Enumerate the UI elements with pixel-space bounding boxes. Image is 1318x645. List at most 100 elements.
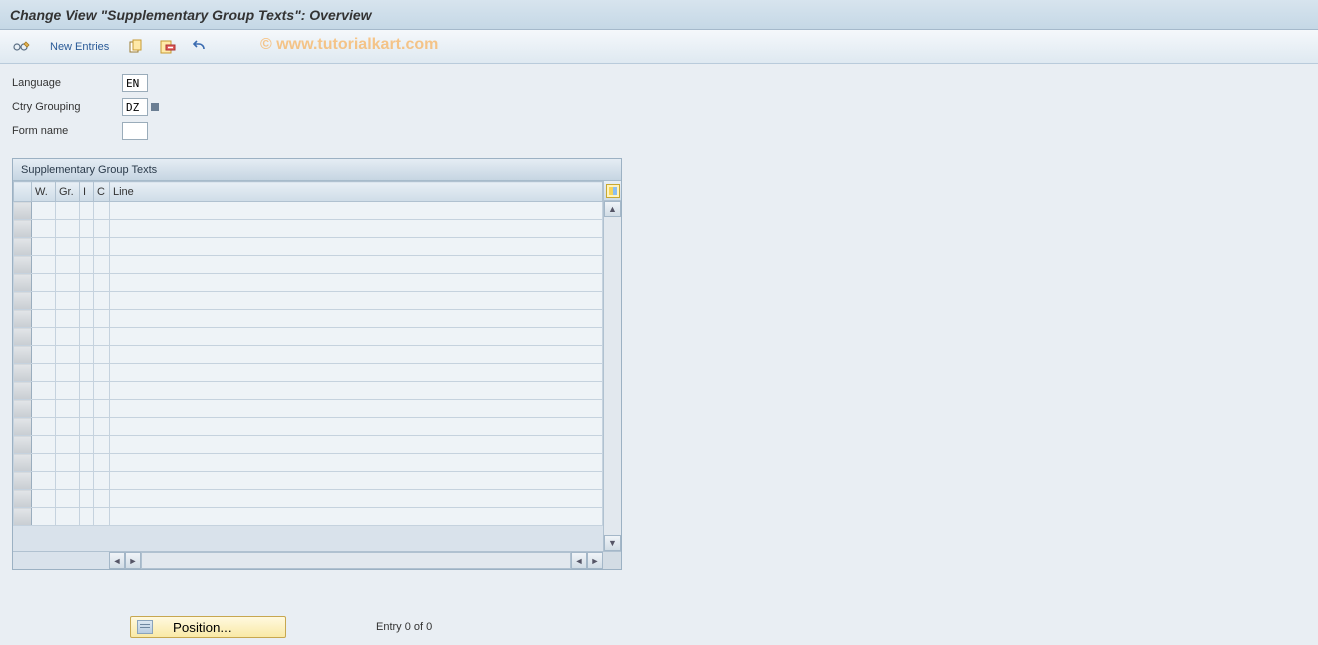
cell-c[interactable]	[94, 346, 110, 364]
scroll-down-icon[interactable]: ▼	[604, 535, 621, 551]
cell-i[interactable]	[80, 292, 94, 310]
table-row[interactable]	[14, 238, 603, 256]
table-row[interactable]	[14, 274, 603, 292]
row-selector[interactable]	[14, 256, 32, 274]
row-selector[interactable]	[14, 508, 32, 526]
cell-w[interactable]	[32, 256, 56, 274]
cell-c[interactable]	[94, 220, 110, 238]
cell-w[interactable]	[32, 220, 56, 238]
cell-gr[interactable]	[56, 328, 80, 346]
cell-gr[interactable]	[56, 382, 80, 400]
table-row[interactable]	[14, 382, 603, 400]
cell-c[interactable]	[94, 256, 110, 274]
scroll-right-icon[interactable]: ►	[587, 552, 603, 569]
row-selector[interactable]	[14, 202, 32, 220]
table-row[interactable]	[14, 202, 603, 220]
cell-w[interactable]	[32, 310, 56, 328]
cell-line[interactable]	[110, 490, 603, 508]
scroll-up-icon[interactable]: ▲	[604, 201, 621, 217]
cell-c[interactable]	[94, 364, 110, 382]
cell-gr[interactable]	[56, 472, 80, 490]
table-row[interactable]	[14, 436, 603, 454]
cell-w[interactable]	[32, 382, 56, 400]
cell-w[interactable]	[32, 418, 56, 436]
row-selector[interactable]	[14, 328, 32, 346]
cell-line[interactable]	[110, 454, 603, 472]
cell-c[interactable]	[94, 490, 110, 508]
scroll-left-inner-icon[interactable]: ◄	[571, 552, 587, 569]
position-button[interactable]: Position...	[130, 616, 286, 638]
cell-w[interactable]	[32, 238, 56, 256]
col-header-gr[interactable]: Gr.	[56, 182, 80, 202]
table-row[interactable]	[14, 400, 603, 418]
cell-line[interactable]	[110, 202, 603, 220]
cell-c[interactable]	[94, 292, 110, 310]
cell-i[interactable]	[80, 274, 94, 292]
cell-w[interactable]	[32, 454, 56, 472]
cell-c[interactable]	[94, 328, 110, 346]
cell-w[interactable]	[32, 400, 56, 418]
row-selector[interactable]	[14, 400, 32, 418]
cell-w[interactable]	[32, 472, 56, 490]
cell-gr[interactable]	[56, 274, 80, 292]
cell-w[interactable]	[32, 202, 56, 220]
cell-gr[interactable]	[56, 508, 80, 526]
cell-i[interactable]	[80, 310, 94, 328]
cell-gr[interactable]	[56, 346, 80, 364]
cell-line[interactable]	[110, 508, 603, 526]
cell-i[interactable]	[80, 400, 94, 418]
cell-c[interactable]	[94, 508, 110, 526]
cell-gr[interactable]	[56, 364, 80, 382]
cell-line[interactable]	[110, 256, 603, 274]
cell-w[interactable]	[32, 346, 56, 364]
cell-gr[interactable]	[56, 256, 80, 274]
cell-gr[interactable]	[56, 292, 80, 310]
col-header-w[interactable]: W.	[32, 182, 56, 202]
cell-gr[interactable]	[56, 418, 80, 436]
cell-c[interactable]	[94, 454, 110, 472]
table-row[interactable]	[14, 256, 603, 274]
language-field[interactable]	[122, 74, 148, 92]
cell-c[interactable]	[94, 418, 110, 436]
cell-c[interactable]	[94, 202, 110, 220]
row-selector[interactable]	[14, 310, 32, 328]
hscroll-track[interactable]	[141, 552, 571, 569]
scroll-track[interactable]	[604, 217, 621, 535]
row-selector[interactable]	[14, 382, 32, 400]
cell-i[interactable]	[80, 328, 94, 346]
copy-as-button[interactable]	[123, 36, 149, 58]
cell-line[interactable]	[110, 310, 603, 328]
new-entries-button[interactable]: New Entries	[42, 36, 117, 58]
cell-gr[interactable]	[56, 238, 80, 256]
cell-gr[interactable]	[56, 202, 80, 220]
table-row[interactable]	[14, 490, 603, 508]
cell-line[interactable]	[110, 472, 603, 490]
row-selector[interactable]	[14, 454, 32, 472]
cell-line[interactable]	[110, 220, 603, 238]
cell-c[interactable]	[94, 472, 110, 490]
form-name-field[interactable]	[122, 122, 148, 140]
cell-line[interactable]	[110, 238, 603, 256]
cell-c[interactable]	[94, 400, 110, 418]
row-selector[interactable]	[14, 418, 32, 436]
row-selector[interactable]	[14, 436, 32, 454]
cell-i[interactable]	[80, 256, 94, 274]
scroll-right-inner-icon[interactable]: ►	[125, 552, 141, 569]
cell-gr[interactable]	[56, 220, 80, 238]
row-selector[interactable]	[14, 346, 32, 364]
table-row[interactable]	[14, 328, 603, 346]
row-selector[interactable]	[14, 472, 32, 490]
table-row[interactable]	[14, 454, 603, 472]
cell-i[interactable]	[80, 220, 94, 238]
cell-line[interactable]	[110, 364, 603, 382]
row-selector[interactable]	[14, 292, 32, 310]
cell-i[interactable]	[80, 202, 94, 220]
row-selector[interactable]	[14, 274, 32, 292]
table-row[interactable]	[14, 508, 603, 526]
cell-i[interactable]	[80, 454, 94, 472]
row-selector[interactable]	[14, 220, 32, 238]
cell-i[interactable]	[80, 472, 94, 490]
cell-i[interactable]	[80, 436, 94, 454]
cell-i[interactable]	[80, 346, 94, 364]
cell-line[interactable]	[110, 382, 603, 400]
